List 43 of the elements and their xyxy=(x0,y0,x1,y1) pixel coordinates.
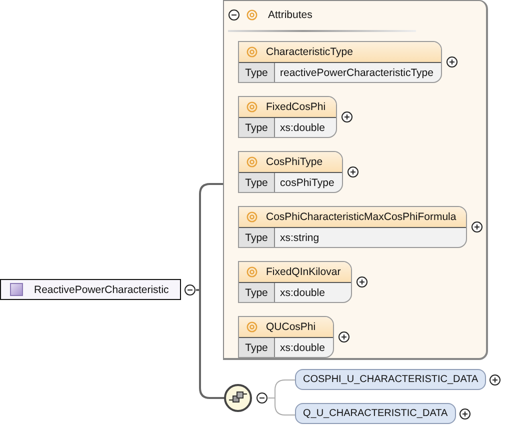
type-value: reactivePowerCharacteristicType xyxy=(279,66,434,78)
type-label: Type xyxy=(239,283,275,302)
type-value: xs:double xyxy=(279,342,326,354)
attribute-name: FixedCosPhi xyxy=(266,101,326,113)
attribute-name: CosPhiCharacteristicMaxCosPhiFormula xyxy=(266,211,456,223)
collapse-icon[interactable] xyxy=(256,392,268,404)
expand-icon[interactable] xyxy=(471,221,484,233)
attribute-name: FixedQInKilovar xyxy=(266,266,341,278)
expand-icon[interactable] xyxy=(356,276,368,288)
sequence-icon[interactable] xyxy=(224,384,252,412)
type-value: xs:double xyxy=(279,122,326,134)
attribute-node[interactable]: CharacteristicType Type reactivePowerCharacteristicType xyxy=(238,41,442,83)
attribute-node[interactable]: FixedQInKilovar Type xs:double xyxy=(238,261,352,303)
type-value: cosPhiType xyxy=(279,176,336,188)
expand-icon[interactable] xyxy=(446,56,458,68)
attributes-title: Attributes xyxy=(268,9,312,21)
attribute-node[interactable]: FixedCosPhi Type xs:double xyxy=(238,96,337,138)
expand-icon[interactable] xyxy=(458,408,471,420)
child-element-node[interactable]: COSPHI_U_CHARACTERISTIC_DATA xyxy=(295,369,486,390)
attribute-node[interactable]: CosPhiCharacteristicMaxCosPhiFormula Type xs:string xyxy=(238,206,468,248)
expand-icon[interactable] xyxy=(347,166,360,178)
expand-icon[interactable] xyxy=(338,331,350,343)
expand-icon[interactable] xyxy=(340,111,353,123)
attribute-name: CosPhiType xyxy=(266,156,323,168)
type-label: Type xyxy=(239,118,275,137)
type-label: Type xyxy=(239,228,275,247)
element-name: ReactivePowerCharacteristic xyxy=(34,284,169,296)
attribute-node[interactable]: CosPhiType Type cosPhiType xyxy=(238,151,344,193)
type-value: xs:double xyxy=(279,286,326,298)
attribute-name: CharacteristicType xyxy=(266,46,353,58)
element-icon xyxy=(10,283,23,296)
type-value: xs:string xyxy=(279,232,320,244)
element-node[interactable]: ReactivePowerCharacteristic xyxy=(0,279,181,300)
expand-icon[interactable] xyxy=(489,374,502,386)
type-label: Type xyxy=(239,63,275,82)
type-label: Type xyxy=(239,338,275,357)
attribute-node[interactable]: QUCosPhi Type xs:double xyxy=(238,316,334,358)
type-label: Type xyxy=(239,173,275,192)
attribute-name: QUCosPhi xyxy=(266,321,316,333)
collapse-icon[interactable] xyxy=(228,9,240,21)
collapse-icon[interactable] xyxy=(184,284,196,296)
child-element-node[interactable]: Q_U_CHARACTERISTIC_DATA xyxy=(295,403,456,424)
connector-line xyxy=(268,380,296,416)
